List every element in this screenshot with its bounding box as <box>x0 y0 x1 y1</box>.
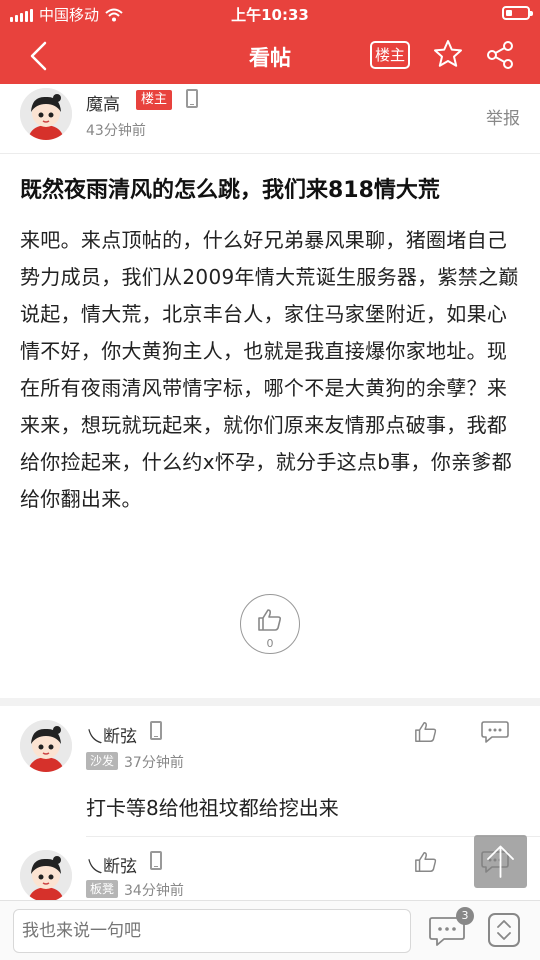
phone-icon <box>150 851 162 870</box>
divider <box>0 153 540 154</box>
status-bar: 中国移动 上午10:33 <box>0 0 540 28</box>
status-time: 上午10:33 <box>231 6 309 24</box>
comment-author-name[interactable]: 乀断弦 <box>86 722 137 747</box>
page-nav-button[interactable] <box>488 913 520 947</box>
bottom-bar: 3 <box>0 900 540 960</box>
comment-avatar[interactable] <box>20 850 72 902</box>
comment-avatar[interactable] <box>20 720 72 772</box>
owner-only-button[interactable]: 楼主 <box>370 41 410 69</box>
phone-icon <box>186 89 198 108</box>
up-down-arrows-icon <box>497 920 511 940</box>
floor-badge: 板凳 <box>86 880 119 898</box>
avatar-image <box>20 720 72 772</box>
share-icon[interactable] <box>484 39 516 71</box>
post-title: 既然夜雨清风的怎么跳，我们来818情大荒 <box>20 178 440 203</box>
comment-time: 34分钟前 <box>124 883 184 899</box>
battery-icon <box>502 6 533 20</box>
comment-author-name[interactable]: 乀断弦 <box>86 852 137 877</box>
floor-badge: 沙发 <box>86 752 119 770</box>
like-count: 0 <box>266 637 274 650</box>
report-link[interactable]: 举报 <box>486 104 520 129</box>
top-bar: 中国移动 上午10:33 看帖 楼主 <box>0 0 540 84</box>
avatar-image <box>20 850 72 902</box>
post-body: 来吧。来点顶帖的，什么好兄弟暴风果聊，猪圈堵自己势力成员，我们从2009年情大荒… <box>20 228 519 511</box>
phone-icon <box>150 721 162 740</box>
divider <box>86 836 540 837</box>
star-icon[interactable] <box>432 38 464 70</box>
scroll-to-top-button[interactable] <box>474 835 527 888</box>
comment-input[interactable] <box>13 909 411 953</box>
arrow-up-icon <box>487 845 514 878</box>
reply-icon[interactable] <box>480 720 510 744</box>
nav-bar: 看帖 楼主 <box>0 28 540 84</box>
comment-count-badge: 3 <box>456 907 474 925</box>
post-time: 43分钟前 <box>86 123 146 139</box>
thumbs-up-icon <box>258 609 282 631</box>
thumbs-up-icon[interactable] <box>414 720 438 744</box>
avatar-image <box>20 88 72 140</box>
section-divider <box>0 698 540 706</box>
post-author-name[interactable]: 魔高 <box>86 90 120 115</box>
avatar[interactable] <box>20 88 72 140</box>
thumbs-up-icon[interactable] <box>414 850 438 874</box>
owner-badge: 楼主 <box>136 90 173 110</box>
comment-text: 打卡等8给他祖坟都给挖出来 <box>86 796 339 820</box>
like-button[interactable]: 0 <box>240 594 300 654</box>
comment-time: 37分钟前 <box>124 755 184 771</box>
